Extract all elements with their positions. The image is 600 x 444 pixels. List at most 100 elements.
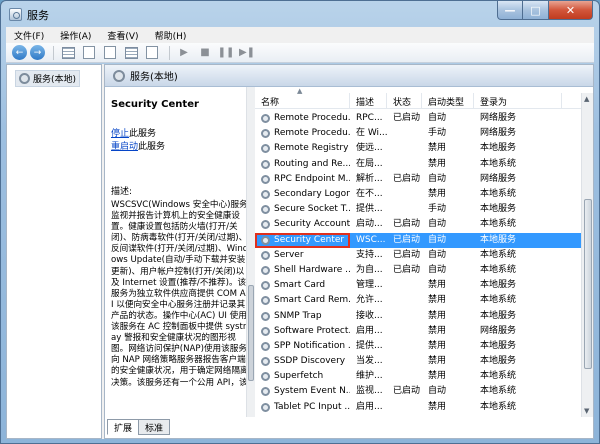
tree-item-services-local[interactable]: 服务(本地) [15, 70, 81, 87]
service-name: Routing and Re... [274, 158, 350, 169]
restart-service-link[interactable]: 重启动 [111, 142, 138, 152]
service-row[interactable]: Remote Procedu... 在 Wi... 手动 网络服务 [255, 126, 581, 141]
service-row[interactable]: SPP Notification ... 提供... 禁用 本地服务 [255, 339, 581, 354]
menu-help[interactable]: 帮助(H) [147, 27, 195, 43]
service-name-cell: Security Center [255, 232, 350, 248]
tab-extended[interactable]: 扩展 [107, 419, 140, 435]
details-header-title: 服务(本地) [130, 72, 178, 83]
close-button[interactable]: ✕ [549, 1, 593, 20]
show-tree-button[interactable] [59, 45, 77, 61]
service-gear-icon [261, 281, 270, 291]
properties-button[interactable] [80, 45, 98, 61]
service-status: 已启动 [393, 234, 421, 245]
menu-file[interactable]: 文件(F) [6, 27, 52, 43]
service-gear-icon [261, 220, 270, 230]
service-row[interactable]: Secondary Logon 在不... 禁用 本地系统 [255, 187, 581, 202]
service-row[interactable]: Superfetch 维护... 禁用 本地系统 [255, 369, 581, 384]
service-name-cell: SNMP Trap [255, 309, 350, 324]
service-row[interactable]: SSDP Discovery 当发... 禁用 本地服务 [255, 354, 581, 369]
service-row[interactable]: Security Account... 启动... 已启动自动 本地系统 [255, 217, 581, 232]
service-description: 管理... [356, 280, 383, 291]
service-name: Remote Procedu... [274, 113, 350, 124]
service-log-on-as: 本地系统 [480, 295, 517, 306]
restart-service-icon[interactable]: ▶❚ [238, 45, 256, 61]
service-name: SNMP Trap [274, 310, 322, 321]
service-gear-icon [261, 129, 270, 139]
console-tree-icon [61, 46, 75, 59]
service-name: Secure Socket T... [274, 204, 350, 215]
service-rows: Remote Procedu... RPC... 已启动 自动 网络服务 Remote P… [255, 111, 581, 415]
column-header-startup-type[interactable]: 启动类型 [422, 93, 474, 109]
service-startup-type: 禁用 [428, 189, 447, 200]
service-description: 在 Wi... [356, 128, 387, 139]
service-status: 已启动 [393, 264, 421, 275]
start-service-icon[interactable]: ▶ [175, 45, 193, 61]
service-row[interactable]: Server 支持... 已启动 自动 本地系统 [255, 248, 581, 263]
scrollbar-thumb[interactable] [584, 199, 592, 369]
column-header-description[interactable]: 描述 [350, 93, 387, 109]
menu-action[interactable]: 操作(A) [52, 27, 99, 43]
service-row[interactable]: Remote Registry 使远... 禁用 本地服务 [255, 141, 581, 156]
column-header-status[interactable]: 状态 [387, 93, 422, 109]
pause-service-icon[interactable]: ❚❚ [217, 45, 235, 61]
service-name-cell: Secure Socket T... [255, 202, 350, 217]
service-name: Shell Hardware ... [274, 264, 350, 275]
stop-service-row: 停止此服务 [111, 128, 253, 141]
service-startup-type: 自动 [428, 264, 447, 275]
service-startup-type: 自动 [428, 234, 447, 245]
service-row[interactable]: Secure Socket T... 提供... 手动 本地服务 [255, 202, 581, 217]
service-status [387, 278, 422, 293]
service-row[interactable]: RPC Endpoint M... 解析... 已启动 自动 网络服务 [255, 172, 581, 187]
export-button[interactable] [122, 45, 140, 61]
scrollbar-thumb[interactable] [248, 285, 254, 381]
service-row[interactable]: Smart Card 管理... 禁用 本地服务 [255, 278, 581, 293]
services-window: 服务 — □ ✕ 文件(F) 操作(A) 查看(V) 帮助(H) ← → ▶ ■… [0, 0, 600, 444]
tab-standard[interactable]: 标准 [138, 419, 171, 435]
column-header-name[interactable]: ▲ 名称 [255, 87, 350, 109]
service-log-on-as: 本地服务 [480, 280, 517, 291]
service-row[interactable]: Routing and Re... 在局... 禁用 本地系统 [255, 157, 581, 172]
column-header-log-on-as[interactable]: 登录为 [474, 93, 562, 109]
stop-service-link[interactable]: 停止 [111, 129, 129, 139]
service-gear-icon [261, 159, 270, 169]
column-headers: ▲ 名称 描述 状态 启动类型 登录为 [255, 87, 581, 109]
back-arrow-icon[interactable]: ← [12, 45, 27, 60]
scroll-up-icon[interactable]: ▲ [584, 95, 589, 103]
view-tabs: 扩展 标准 [107, 419, 171, 435]
service-name: System Event N... [274, 386, 350, 397]
service-row[interactable]: System Event N... 监视... 已启动 自动 本地系统 [255, 384, 581, 399]
service-status [387, 400, 422, 415]
service-row[interactable]: Tablet PC Input ... 启用... 禁用 本地系统 [255, 400, 581, 415]
title-bar[interactable]: 服务 — □ ✕ [1, 1, 599, 27]
maximize-button[interactable]: □ [523, 1, 549, 20]
service-row[interactable]: Remote Procedu... RPC... 已启动 自动 网络服务 [255, 111, 581, 126]
service-description: 为自... [356, 264, 383, 275]
menu-view[interactable]: 查看(V) [99, 27, 146, 43]
description-label: 描述: [111, 187, 133, 197]
list-scrollbar[interactable]: ▲ ▼ [581, 93, 593, 417]
refresh-icon [104, 46, 116, 59]
service-row[interactable]: Smart Card Rem... 允许... 禁用 本地系统 [255, 293, 581, 308]
service-row[interactable]: Software Protect... 启用... 禁用 网络服务 [255, 324, 581, 339]
service-status: 已启动 [393, 113, 421, 124]
service-name-cell: Routing and Re... [255, 157, 350, 172]
service-log-on-as: 本地服务 [480, 234, 517, 245]
service-status [387, 187, 422, 202]
service-row[interactable]: SNMP Trap 接收... 禁用 本地服务 [255, 308, 581, 323]
scroll-down-icon[interactable]: ▼ [584, 407, 589, 415]
help-button[interactable] [143, 45, 161, 61]
service-gear-icon [261, 235, 270, 245]
service-status: 已启动 [393, 219, 421, 230]
service-log-on-as: 本地服务 [480, 356, 517, 367]
minimize-button[interactable]: — [497, 1, 523, 20]
toolbar-separator [169, 45, 170, 60]
forward-arrow-icon[interactable]: → [30, 45, 45, 60]
service-row[interactable]: Security Center WSC... 已启动 自动 本地服务 [255, 232, 581, 248]
refresh-button[interactable] [101, 45, 119, 61]
description-scrollbar[interactable] [246, 87, 255, 417]
service-row[interactable]: Shell Hardware ... 为自... 已启动 自动 本地系统 [255, 263, 581, 278]
restart-service-suffix: 此服务 [138, 142, 166, 152]
service-description: 在不... [356, 189, 383, 200]
stop-service-icon[interactable]: ■ [196, 45, 214, 61]
service-log-on-as: 本地服务 [480, 340, 517, 351]
